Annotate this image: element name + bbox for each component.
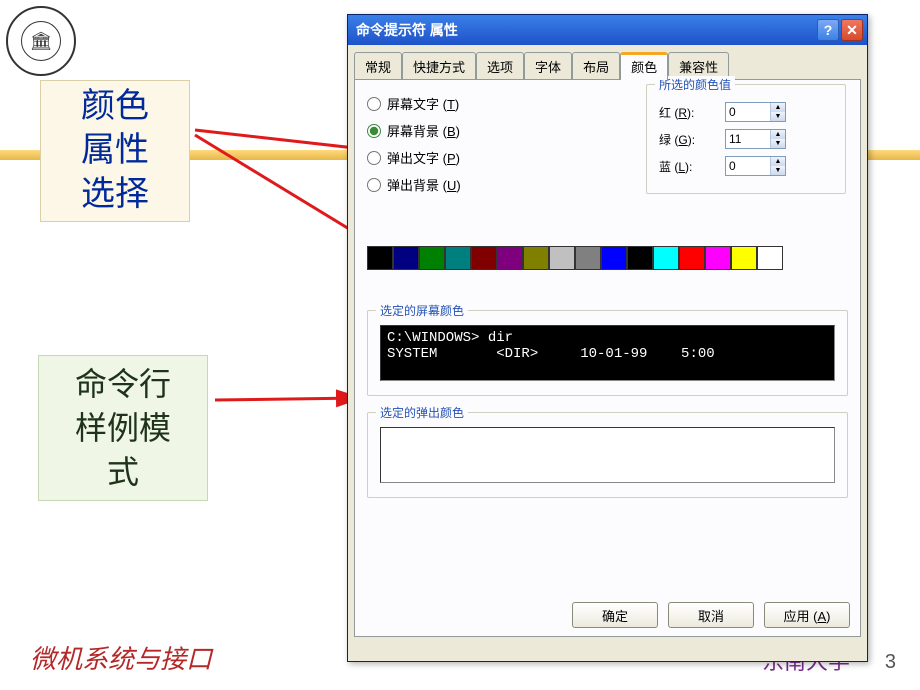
palette-swatch-14[interactable]	[731, 246, 757, 270]
tab-panel-colors: 屏幕文字 (T) 屏幕背景 (B) 弹出文字 (P) 弹出背景 (U) 所选的颜…	[354, 79, 861, 637]
green-input[interactable]	[726, 130, 770, 148]
color-values-group: 所选的颜色值 红 (R): ▲▼ 绿 (G): ▲▼ 蓝 (L):	[646, 84, 846, 194]
red-input[interactable]	[726, 103, 770, 121]
palette-swatch-0[interactable]	[367, 246, 393, 270]
tab-options[interactable]: 选项	[476, 52, 524, 80]
tab-layout[interactable]: 布局	[572, 52, 620, 80]
cmd-properties-dialog: 命令提示符 属性 ? ✕ 常规 快捷方式 选项 字体 布局 颜色 兼容性 屏幕文…	[347, 14, 868, 662]
green-up[interactable]: ▲	[770, 130, 785, 139]
tab-font[interactable]: 字体	[524, 52, 572, 80]
titlebar[interactable]: 命令提示符 属性 ? ✕	[348, 15, 867, 45]
popup-color-legend: 选定的弹出颜色	[376, 404, 468, 421]
popup-preview	[380, 427, 835, 483]
green-spinner[interactable]: ▲▼	[725, 129, 786, 149]
tab-bar: 常规 快捷方式 选项 字体 布局 颜色 兼容性	[348, 45, 867, 79]
palette-swatch-12[interactable]	[679, 246, 705, 270]
tab-colors[interactable]: 颜色	[620, 52, 668, 80]
palette-swatch-15[interactable]	[757, 246, 783, 270]
page-number: 3	[885, 651, 896, 674]
cancel-button[interactable]: 取消	[668, 602, 754, 628]
blue-down[interactable]: ▼	[770, 166, 785, 175]
window-title: 命令提示符 属性	[356, 20, 458, 40]
ok-button[interactable]: 确定	[572, 602, 658, 628]
tab-shortcut[interactable]: 快捷方式	[402, 52, 476, 80]
red-up[interactable]: ▲	[770, 103, 785, 112]
blue-label: 蓝 (L):	[659, 158, 719, 175]
red-label: 红 (R):	[659, 104, 719, 121]
screen-color-preview-group: 选定的屏幕颜色 C:\WINDOWS> dir SYSTEM <DIR> 10-…	[367, 310, 848, 396]
palette-swatch-2[interactable]	[419, 246, 445, 270]
blue-up[interactable]: ▲	[770, 157, 785, 166]
popup-color-preview-group: 选定的弹出颜色	[367, 412, 848, 498]
red-spinner[interactable]: ▲▼	[725, 102, 786, 122]
green-label: 绿 (G):	[659, 131, 719, 148]
apply-button[interactable]: 应用 (A)	[764, 602, 850, 628]
palette-swatch-1[interactable]	[393, 246, 419, 270]
palette-swatch-9[interactable]	[601, 246, 627, 270]
annotation-color-prop-select: 颜色 属性 选择	[40, 80, 190, 222]
blue-input[interactable]	[726, 157, 770, 175]
palette-swatch-13[interactable]	[705, 246, 731, 270]
palette-swatch-11[interactable]	[653, 246, 679, 270]
blue-spinner[interactable]: ▲▼	[725, 156, 786, 176]
help-button[interactable]: ?	[817, 19, 839, 41]
university-seal: 🏛	[6, 6, 76, 76]
tab-general[interactable]: 常规	[354, 52, 402, 80]
screen-color-legend: 选定的屏幕颜色	[376, 302, 468, 319]
close-button[interactable]: ✕	[841, 19, 863, 41]
palette-swatch-6[interactable]	[523, 246, 549, 270]
palette-swatch-4[interactable]	[471, 246, 497, 270]
footer-course-title: 微机系统与接口	[30, 639, 212, 676]
palette-swatch-5[interactable]	[497, 246, 523, 270]
green-down[interactable]: ▼	[770, 139, 785, 148]
red-down[interactable]: ▼	[770, 112, 785, 121]
screen-preview: C:\WINDOWS> dir SYSTEM <DIR> 10-01-99 5:…	[380, 325, 835, 381]
palette-swatch-10[interactable]	[627, 246, 653, 270]
palette-swatch-3[interactable]	[445, 246, 471, 270]
palette-swatch-8[interactable]	[575, 246, 601, 270]
annotation-cmdline-sample: 命令行 样例模 式	[38, 355, 208, 501]
color-palette	[367, 246, 848, 270]
palette-swatch-7[interactable]	[549, 246, 575, 270]
